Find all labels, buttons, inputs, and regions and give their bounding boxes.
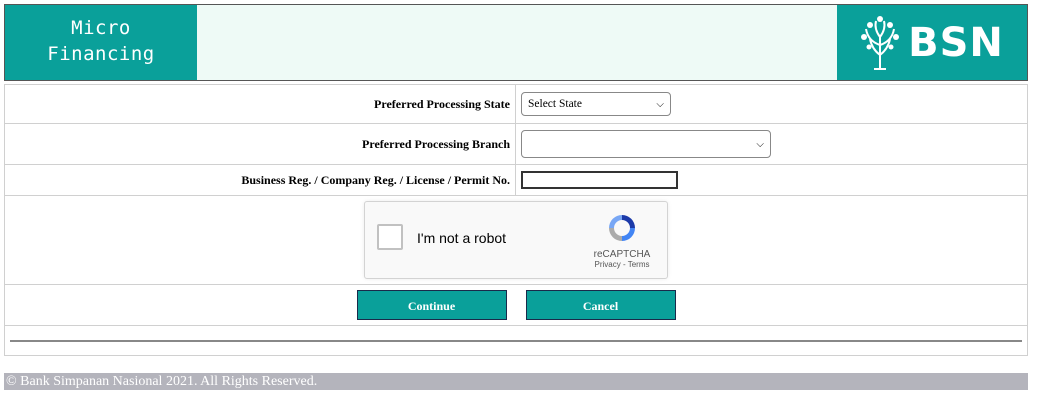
buttons-row: Continue Cancel xyxy=(4,284,1028,326)
bsn-logo: BSN xyxy=(837,5,1027,80)
recaptcha-widget: I'm not a robot reCAPTCHA Privacy - Term… xyxy=(364,201,668,279)
recaptcha-icon xyxy=(609,215,635,241)
divider-row xyxy=(4,325,1028,356)
branch-label: Preferred Processing Branch xyxy=(4,123,516,165)
chevron-down-icon: ⌵ xyxy=(656,98,664,110)
registration-row: Business Reg. / Company Reg. / License /… xyxy=(4,164,1028,196)
recaptcha-brand-name: reCAPTCHA xyxy=(593,249,651,260)
state-select[interactable]: Select State ⌵ xyxy=(521,92,671,116)
header-spacer xyxy=(197,5,837,80)
recaptcha-brand: reCAPTCHA Privacy - Terms xyxy=(587,212,657,269)
application-form: Preferred Processing State Select State … xyxy=(4,84,1028,356)
tree-icon xyxy=(861,15,900,70)
branch-row: Preferred Processing Branch ⌵ xyxy=(4,123,1028,165)
page-header: Micro Financing BSN xyxy=(4,4,1028,81)
app-title-line2: Financing xyxy=(47,43,155,65)
divider xyxy=(10,339,1022,342)
app-title-line1: Micro xyxy=(71,17,131,39)
app-title: Micro Financing xyxy=(5,5,197,80)
continue-button[interactable]: Continue xyxy=(356,290,507,320)
cancel-button[interactable]: Cancel xyxy=(525,290,676,320)
state-label: Preferred Processing State xyxy=(4,84,516,124)
recaptcha-checkbox[interactable] xyxy=(377,224,403,250)
state-select-value: Select State xyxy=(528,98,582,110)
chevron-down-icon: ⌵ xyxy=(756,138,764,150)
registration-label: Business Reg. / Company Reg. / License /… xyxy=(4,164,516,196)
recaptcha-label: I'm not a robot xyxy=(417,230,507,246)
registration-input[interactable] xyxy=(521,171,678,189)
branch-select[interactable]: ⌵ xyxy=(521,130,771,158)
captcha-row: I'm not a robot reCAPTCHA Privacy - Term… xyxy=(4,195,1028,285)
state-row: Preferred Processing State Select State … xyxy=(4,84,1028,124)
recaptcha-links[interactable]: Privacy - Terms xyxy=(587,260,657,269)
footer-copyright: © Bank Simpanan Nasional 2021. All Right… xyxy=(4,373,1028,390)
logo-text: BSN xyxy=(908,19,1004,66)
